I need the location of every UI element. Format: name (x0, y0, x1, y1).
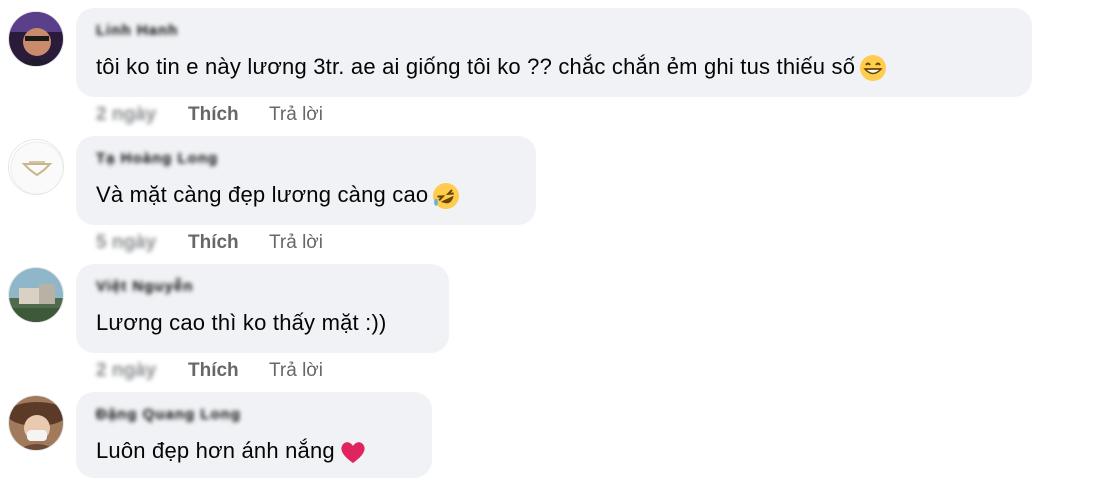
reply-button[interactable]: Trả lời (269, 360, 323, 382)
avatar[interactable] (8, 395, 64, 451)
grinning-face-icon (859, 54, 887, 82)
reply-button[interactable]: Trả lời (269, 104, 323, 126)
comment-author[interactable]: Việt Nguyễn (96, 278, 193, 295)
comment-author[interactable]: Linh Hanh (96, 22, 178, 39)
avatar[interactable] (8, 11, 64, 67)
comment-author[interactable]: Tạ Hoàng Long (96, 150, 218, 167)
comment-time[interactable]: 2 ngày (96, 104, 156, 126)
comment-bubble: Việt Nguyễn Lương cao thì ko thấy mặt :)… (76, 264, 449, 353)
comment-text: tôi ko tin e này lương 3tr. ae ai giống … (96, 54, 887, 82)
comment-author[interactable]: Đặng Quang Long (96, 406, 241, 423)
comment-bubble: Linh Hanh tôi ko tin e này lương 3tr. ae… (76, 8, 1032, 97)
comment-text: Và mặt càng đẹp lương càng cao (96, 182, 460, 210)
rolling-laughing-face-icon (432, 182, 460, 210)
red-heart-icon (339, 438, 367, 466)
reply-button[interactable]: Trả lời (269, 232, 323, 254)
comment-time[interactable]: 5 ngày (96, 232, 156, 254)
comment-bubble: Đặng Quang Long Luôn đẹp hơn ánh nắng (76, 392, 432, 478)
avatar[interactable] (8, 139, 64, 195)
like-button[interactable]: Thích (188, 360, 239, 382)
comment-text: Luôn đẹp hơn ánh nắng (96, 438, 367, 466)
comment-text-content: Và mặt càng đẹp lương càng cao (96, 182, 429, 207)
comment-time[interactable]: 2 ngày (96, 360, 156, 382)
like-button[interactable]: Thích (188, 232, 239, 254)
comment-text: Lương cao thì ko thấy mặt :)) (96, 310, 387, 336)
comment-text-content: Lương cao thì ko thấy mặt :)) (96, 310, 387, 335)
comment-text-content: Luôn đẹp hơn ánh nắng (96, 438, 335, 463)
comment-text-content: tôi ko tin e này lương 3tr. ae ai giống … (96, 54, 856, 79)
like-button[interactable]: Thích (188, 104, 239, 126)
avatar[interactable] (8, 267, 64, 323)
comment-bubble: Tạ Hoàng Long Và mặt càng đẹp lương càng… (76, 136, 536, 225)
